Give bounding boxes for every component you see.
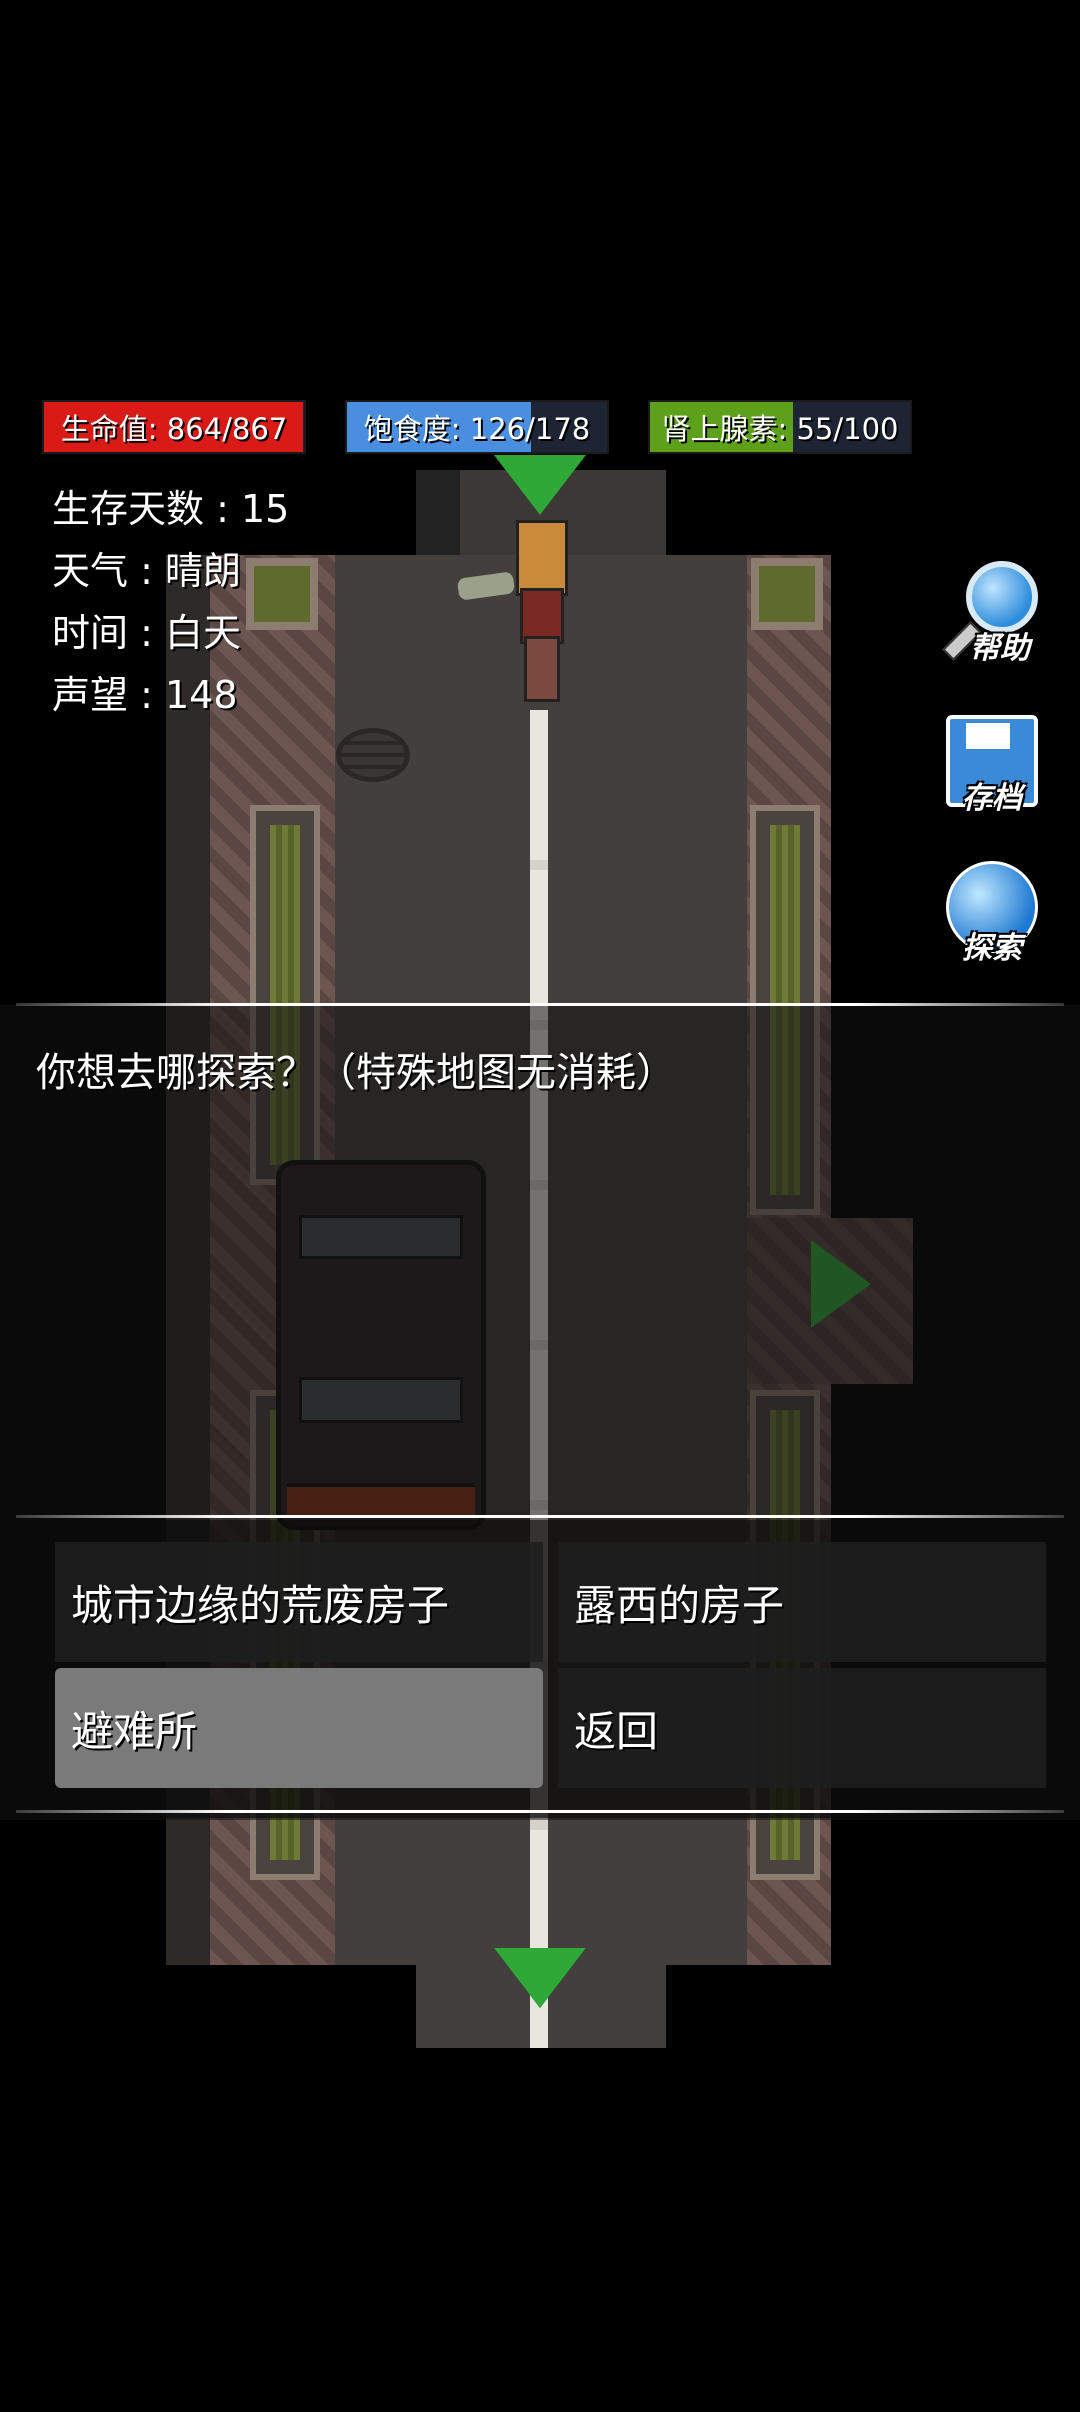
option-return[interactable]: 返回	[558, 1668, 1046, 1788]
hp-bar-label: 生命值: 864/867	[60, 412, 288, 446]
help-label: 帮助	[970, 631, 1030, 666]
explore-button[interactable]: 探索	[932, 855, 1052, 975]
time-of-day: 时间 : 白天	[52, 611, 241, 655]
reputation: 声望 : 148	[52, 673, 238, 717]
manhole-cover	[336, 728, 410, 782]
weather: 天气 : 晴朗	[52, 549, 241, 593]
save-button[interactable]: 存档	[932, 705, 1052, 825]
explore-label: 探索	[962, 931, 1022, 966]
dialog-bottom-divider	[16, 1810, 1064, 1813]
hp-bar: 生命值: 864/867	[42, 400, 306, 454]
option-shelter[interactable]: 避难所	[55, 1668, 543, 1788]
option-lucy-house[interactable]: 露西的房子	[558, 1542, 1046, 1662]
road-north-shadow	[416, 470, 460, 555]
save-label: 存档	[962, 781, 1022, 816]
help-button[interactable]: 帮助	[940, 555, 1060, 675]
dialog-prompt: 你想去哪探索？（特殊地图无消耗）	[36, 1050, 676, 1096]
exit-north-arrow-icon[interactable]	[494, 455, 586, 515]
planter-box	[246, 558, 318, 630]
adrenaline-bar-label: 肾上腺素: 55/100	[661, 412, 899, 446]
dialog-mid-divider	[16, 1515, 1064, 1518]
exit-south-arrow-icon[interactable]	[494, 1948, 586, 2008]
player-character	[510, 500, 568, 702]
planter-box	[751, 558, 823, 630]
survival-days: 生存天数 : 15	[52, 487, 290, 531]
hunger-bar-label: 饱食度: 126/178	[363, 412, 591, 446]
adrenaline-bar: 肾上腺素: 55/100	[648, 400, 912, 454]
dialog-top-divider	[16, 1003, 1064, 1006]
hunger-bar: 饱食度: 126/178	[345, 400, 609, 454]
option-abandoned-house[interactable]: 城市边缘的荒废房子	[55, 1542, 543, 1662]
